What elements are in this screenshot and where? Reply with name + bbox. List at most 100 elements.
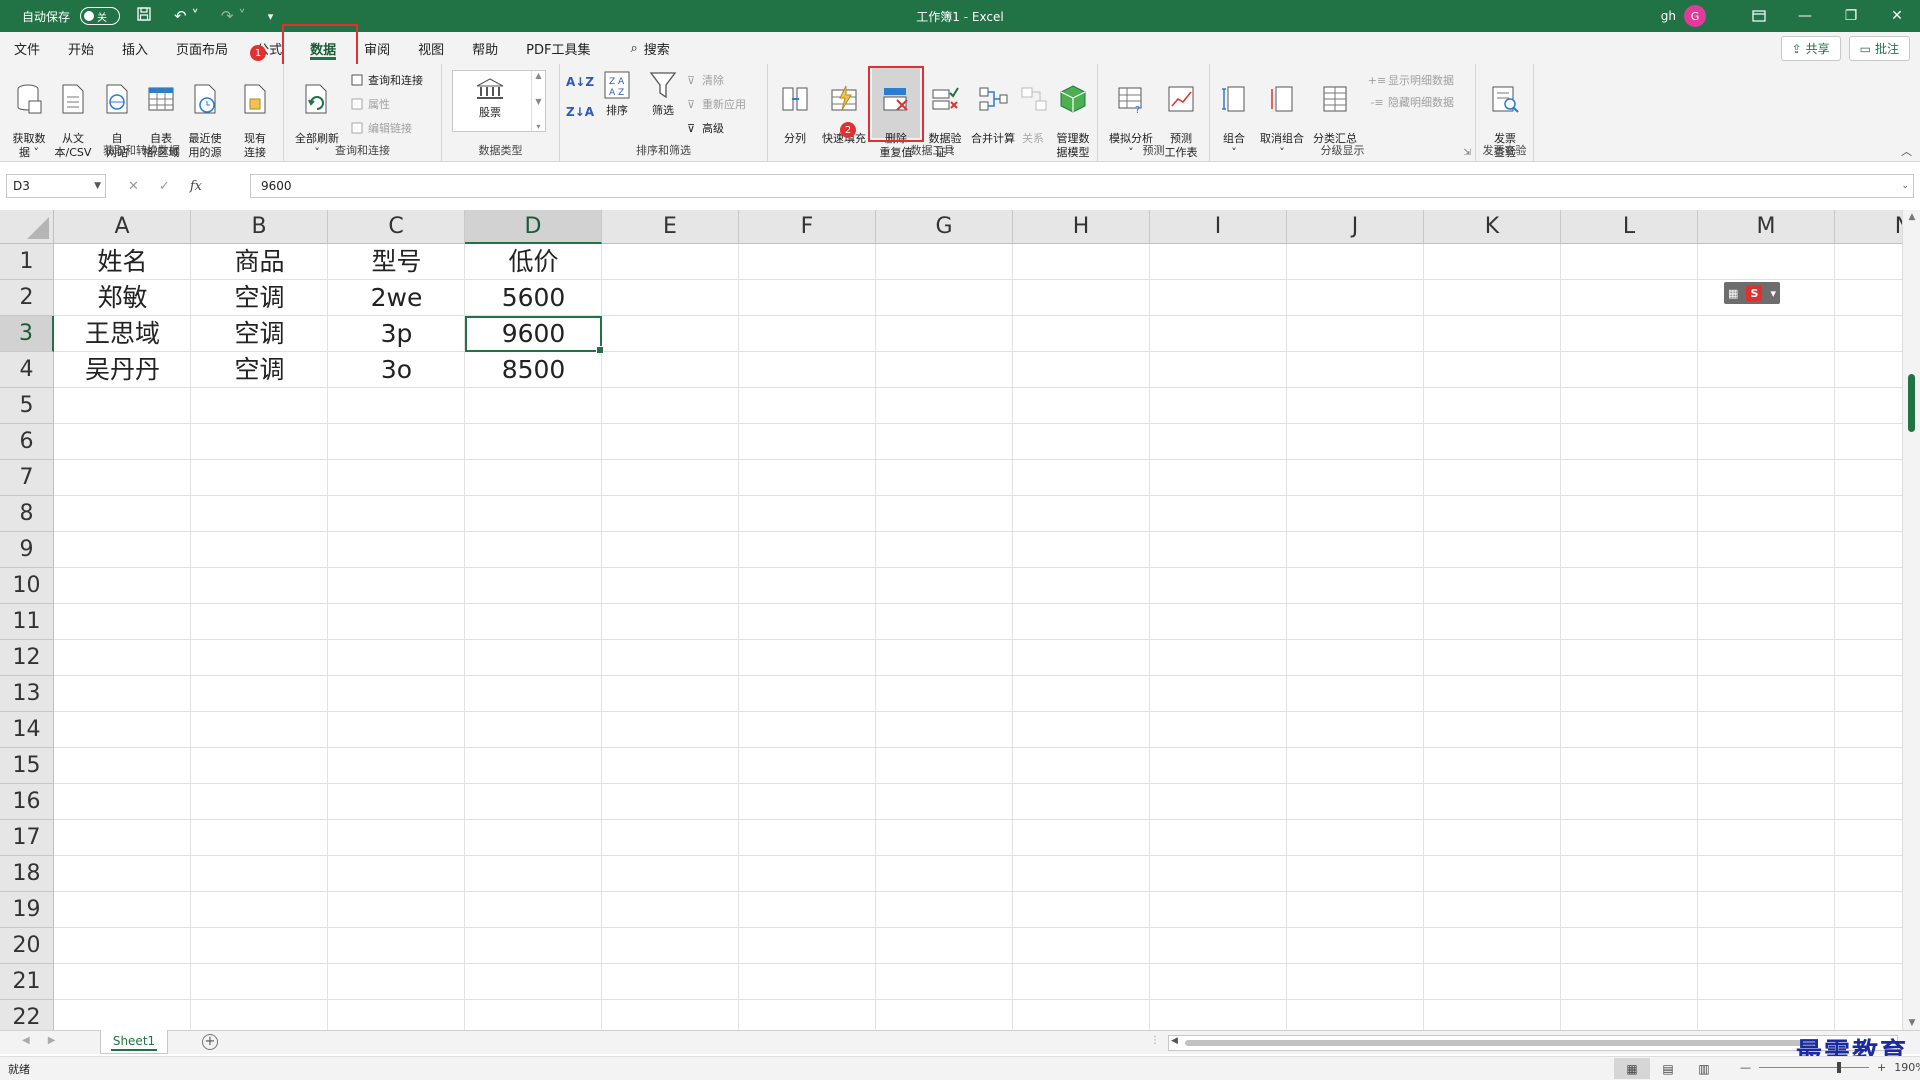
properties-button[interactable]: 属性 <box>350 94 390 114</box>
row-header-13[interactable]: 13 <box>0 676 54 712</box>
add-sheet-icon[interactable]: + <box>202 1034 218 1050</box>
normal-view-icon[interactable]: ▦ <box>1614 1058 1650 1079</box>
row-header-22[interactable]: 22 <box>0 1000 54 1030</box>
tab-data[interactable]: 数据 <box>296 32 350 64</box>
undo-icon[interactable]: ↶ ˅ <box>168 7 205 25</box>
minimize-icon[interactable]: — <box>1782 0 1828 32</box>
cell-a4[interactable]: 吴丹丹 <box>54 352 191 388</box>
column-header-f[interactable]: F <box>739 210 876 244</box>
select-all-corner[interactable] <box>0 210 54 244</box>
row-header-18[interactable]: 18 <box>0 856 54 892</box>
hide-detail-button[interactable]: -≡ 隐藏明细数据 <box>1370 92 1454 112</box>
column-header-n[interactable]: N <box>1835 210 1902 244</box>
search-box[interactable]: ⌕ 搜索 <box>630 39 669 58</box>
column-header-k[interactable]: K <box>1424 210 1561 244</box>
column-header-a[interactable]: A <box>54 210 191 244</box>
row-header-2[interactable]: 2 <box>0 280 54 316</box>
row-header-7[interactable]: 7 <box>0 460 54 496</box>
zoom-slider-thumb[interactable] <box>1837 1062 1841 1073</box>
column-header-g[interactable]: G <box>876 210 1013 244</box>
row-header-4[interactable]: 4 <box>0 352 54 388</box>
ribbon-display-icon[interactable] <box>1736 0 1782 32</box>
cell-b3[interactable]: 空调 <box>191 316 328 352</box>
cell-a2[interactable]: 郑敏 <box>54 280 191 316</box>
gallery-scroll[interactable]: ▲ ▼ ▾ <box>531 71 545 131</box>
horizontal-scrollbar[interactable]: ◀ <box>1168 1035 1898 1051</box>
cell-d4[interactable]: 8500 <box>465 352 602 388</box>
tab-review[interactable]: 审阅 <box>350 32 404 64</box>
edit-links-button[interactable]: 编辑链接 <box>350 118 412 138</box>
tab-insert[interactable]: 插入 <box>108 32 162 64</box>
clear-filter-button[interactable]: ⊽ 清除 <box>684 70 724 90</box>
text-to-columns-button[interactable]: 分列 <box>772 68 818 146</box>
row-header-15[interactable]: 15 <box>0 748 54 784</box>
row-header-12[interactable]: 12 <box>0 640 54 676</box>
scroll-left-icon[interactable]: ◀ <box>1171 1036 1178 1046</box>
sort-descending-button[interactable]: Z↓A <box>566 102 594 122</box>
ime-toolbar[interactable]: ▦ S ▾ <box>1724 282 1780 304</box>
column-header-e[interactable]: E <box>602 210 739 244</box>
cell-a1[interactable]: 姓名 <box>54 244 191 280</box>
remove-duplicates-button[interactable]: 删除 重复值 <box>872 68 920 159</box>
column-header-c[interactable]: C <box>328 210 465 244</box>
tab-page-layout[interactable]: 页面布局 <box>162 32 242 64</box>
scroll-down-icon[interactable]: ▼ <box>1903 1018 1920 1028</box>
cell-c1[interactable]: 型号 <box>328 244 465 280</box>
sheet-tab-sheet1[interactable]: Sheet1 <box>100 1030 168 1054</box>
column-header-h[interactable]: H <box>1013 210 1150 244</box>
confirm-entry-icon[interactable]: ✓ <box>159 179 170 194</box>
zoom-slider[interactable] <box>1759 1062 1869 1073</box>
advanced-filter-button[interactable]: ⊽ 高级 <box>684 118 724 138</box>
row-header-8[interactable]: 8 <box>0 496 54 532</box>
column-header-i[interactable]: I <box>1150 210 1287 244</box>
column-header-m[interactable]: M <box>1698 210 1835 244</box>
worksheet-grid[interactable]: ABCDEFGHIJKLMN 1234567891011121314151617… <box>0 210 1902 1030</box>
tab-help[interactable]: 帮助 <box>458 32 512 64</box>
row-header-5[interactable]: 5 <box>0 388 54 424</box>
customize-quick-access-icon[interactable]: ▾ <box>262 10 280 23</box>
dialog-launcher-icon[interactable]: ⇲ <box>1463 148 1471 158</box>
row-header-6[interactable]: 6 <box>0 424 54 460</box>
tab-file[interactable]: 文件 <box>0 32 54 64</box>
close-icon[interactable]: ✕ <box>1874 0 1920 32</box>
relationships-button[interactable]: 关系 <box>1018 68 1048 146</box>
avatar[interactable]: G <box>1684 5 1706 27</box>
column-header-j[interactable]: J <box>1287 210 1424 244</box>
tab-view[interactable]: 视图 <box>404 32 458 64</box>
cell-c2[interactable]: 2we <box>328 280 465 316</box>
show-detail-button[interactable]: +≡ 显示明细数据 <box>1368 70 1454 90</box>
formula-input[interactable]: 9600 ⌄ <box>250 174 1914 198</box>
redo-icon[interactable]: ↷ ˅ <box>215 7 252 25</box>
data-type-gallery[interactable]: 股票 ▲ ▼ ▾ <box>452 70 546 132</box>
tab-pdf-tools[interactable]: PDF工具集 <box>512 32 604 64</box>
row-header-21[interactable]: 21 <box>0 964 54 1000</box>
cell-d2[interactable]: 5600 <box>465 280 602 316</box>
cell-d1[interactable]: 低价 <box>465 244 602 280</box>
autosave-toggle[interactable]: 关 <box>80 7 121 25</box>
stocks-data-type[interactable]: 股票 <box>459 77 521 120</box>
zoom-level[interactable]: 190% <box>1894 1061 1920 1074</box>
row-header-14[interactable]: 14 <box>0 712 54 748</box>
restore-icon[interactable]: ❐ <box>1828 0 1874 32</box>
expand-formula-bar-icon[interactable]: ⌄ <box>1901 175 1909 197</box>
cell-c3[interactable]: 3p <box>328 316 465 352</box>
column-header-l[interactable]: L <box>1561 210 1698 244</box>
row-header-17[interactable]: 17 <box>0 820 54 856</box>
page-break-view-icon[interactable]: ▥ <box>1686 1058 1722 1079</box>
tab-home[interactable]: 开始 <box>54 32 108 64</box>
row-header-11[interactable]: 11 <box>0 604 54 640</box>
name-box[interactable]: D3 ▼ <box>6 174 106 198</box>
row-header-16[interactable]: 16 <box>0 784 54 820</box>
scroll-up-icon[interactable]: ▲ <box>1903 212 1920 222</box>
cell-d3[interactable]: 9600 <box>465 316 604 354</box>
insert-function-icon[interactable]: fx <box>190 179 202 194</box>
vertical-scroll-thumb[interactable] <box>1908 374 1915 432</box>
consolidate-button[interactable]: 合并计算 <box>968 68 1018 146</box>
row-header-3[interactable]: 3 <box>0 316 54 352</box>
save-icon[interactable] <box>130 6 158 26</box>
sort-button[interactable]: Z AA Z 排序 <box>594 68 640 118</box>
reapply-button[interactable]: ⊽ 重新应用 <box>684 94 746 114</box>
vertical-scrollbar[interactable]: ▲ ▼ <box>1902 210 1920 1030</box>
queries-connections-button[interactable]: 查询和连接 <box>350 70 423 90</box>
cell-b4[interactable]: 空调 <box>191 352 328 388</box>
